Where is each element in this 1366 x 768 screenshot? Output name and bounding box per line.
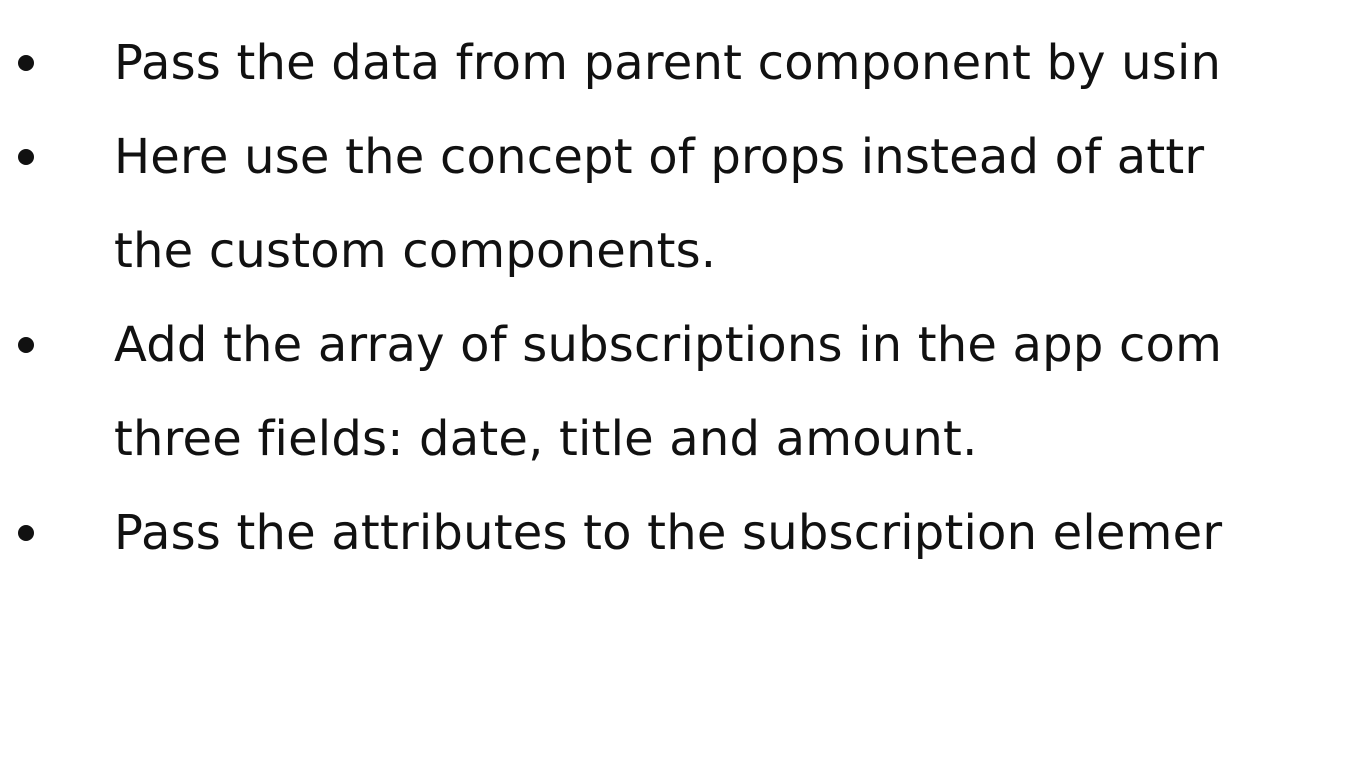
list-item: Add the array of subscriptions in the ap…	[0, 298, 1366, 486]
bullet-point-icon	[18, 149, 34, 165]
list-item: Here use the concept of props instead of…	[0, 110, 1366, 298]
bullet-text-line: Add the array of subscriptions in the ap…	[114, 317, 1223, 373]
bullet-text-line: Pass the data from parent component by u…	[114, 35, 1222, 91]
bullet-point-icon	[18, 55, 34, 71]
bullet-text-line: Here use the concept of props instead of…	[114, 129, 1205, 185]
slide-canvas: Pass the data from parent component by u…	[0, 0, 1366, 768]
bullet-point-icon	[18, 337, 34, 353]
list-item: Pass the data from parent component by u…	[0, 16, 1366, 110]
bullet-text-line: Pass the attributes to the subscription …	[114, 505, 1223, 561]
bullet-text-line: three fields: date, title and amount.	[114, 411, 978, 467]
bullet-point-icon	[18, 525, 34, 541]
bullet-list: Pass the data from parent component by u…	[0, 16, 1366, 580]
list-item: Pass the attributes to the subscription …	[0, 486, 1366, 580]
bullet-text-line: the custom components.	[114, 223, 717, 279]
